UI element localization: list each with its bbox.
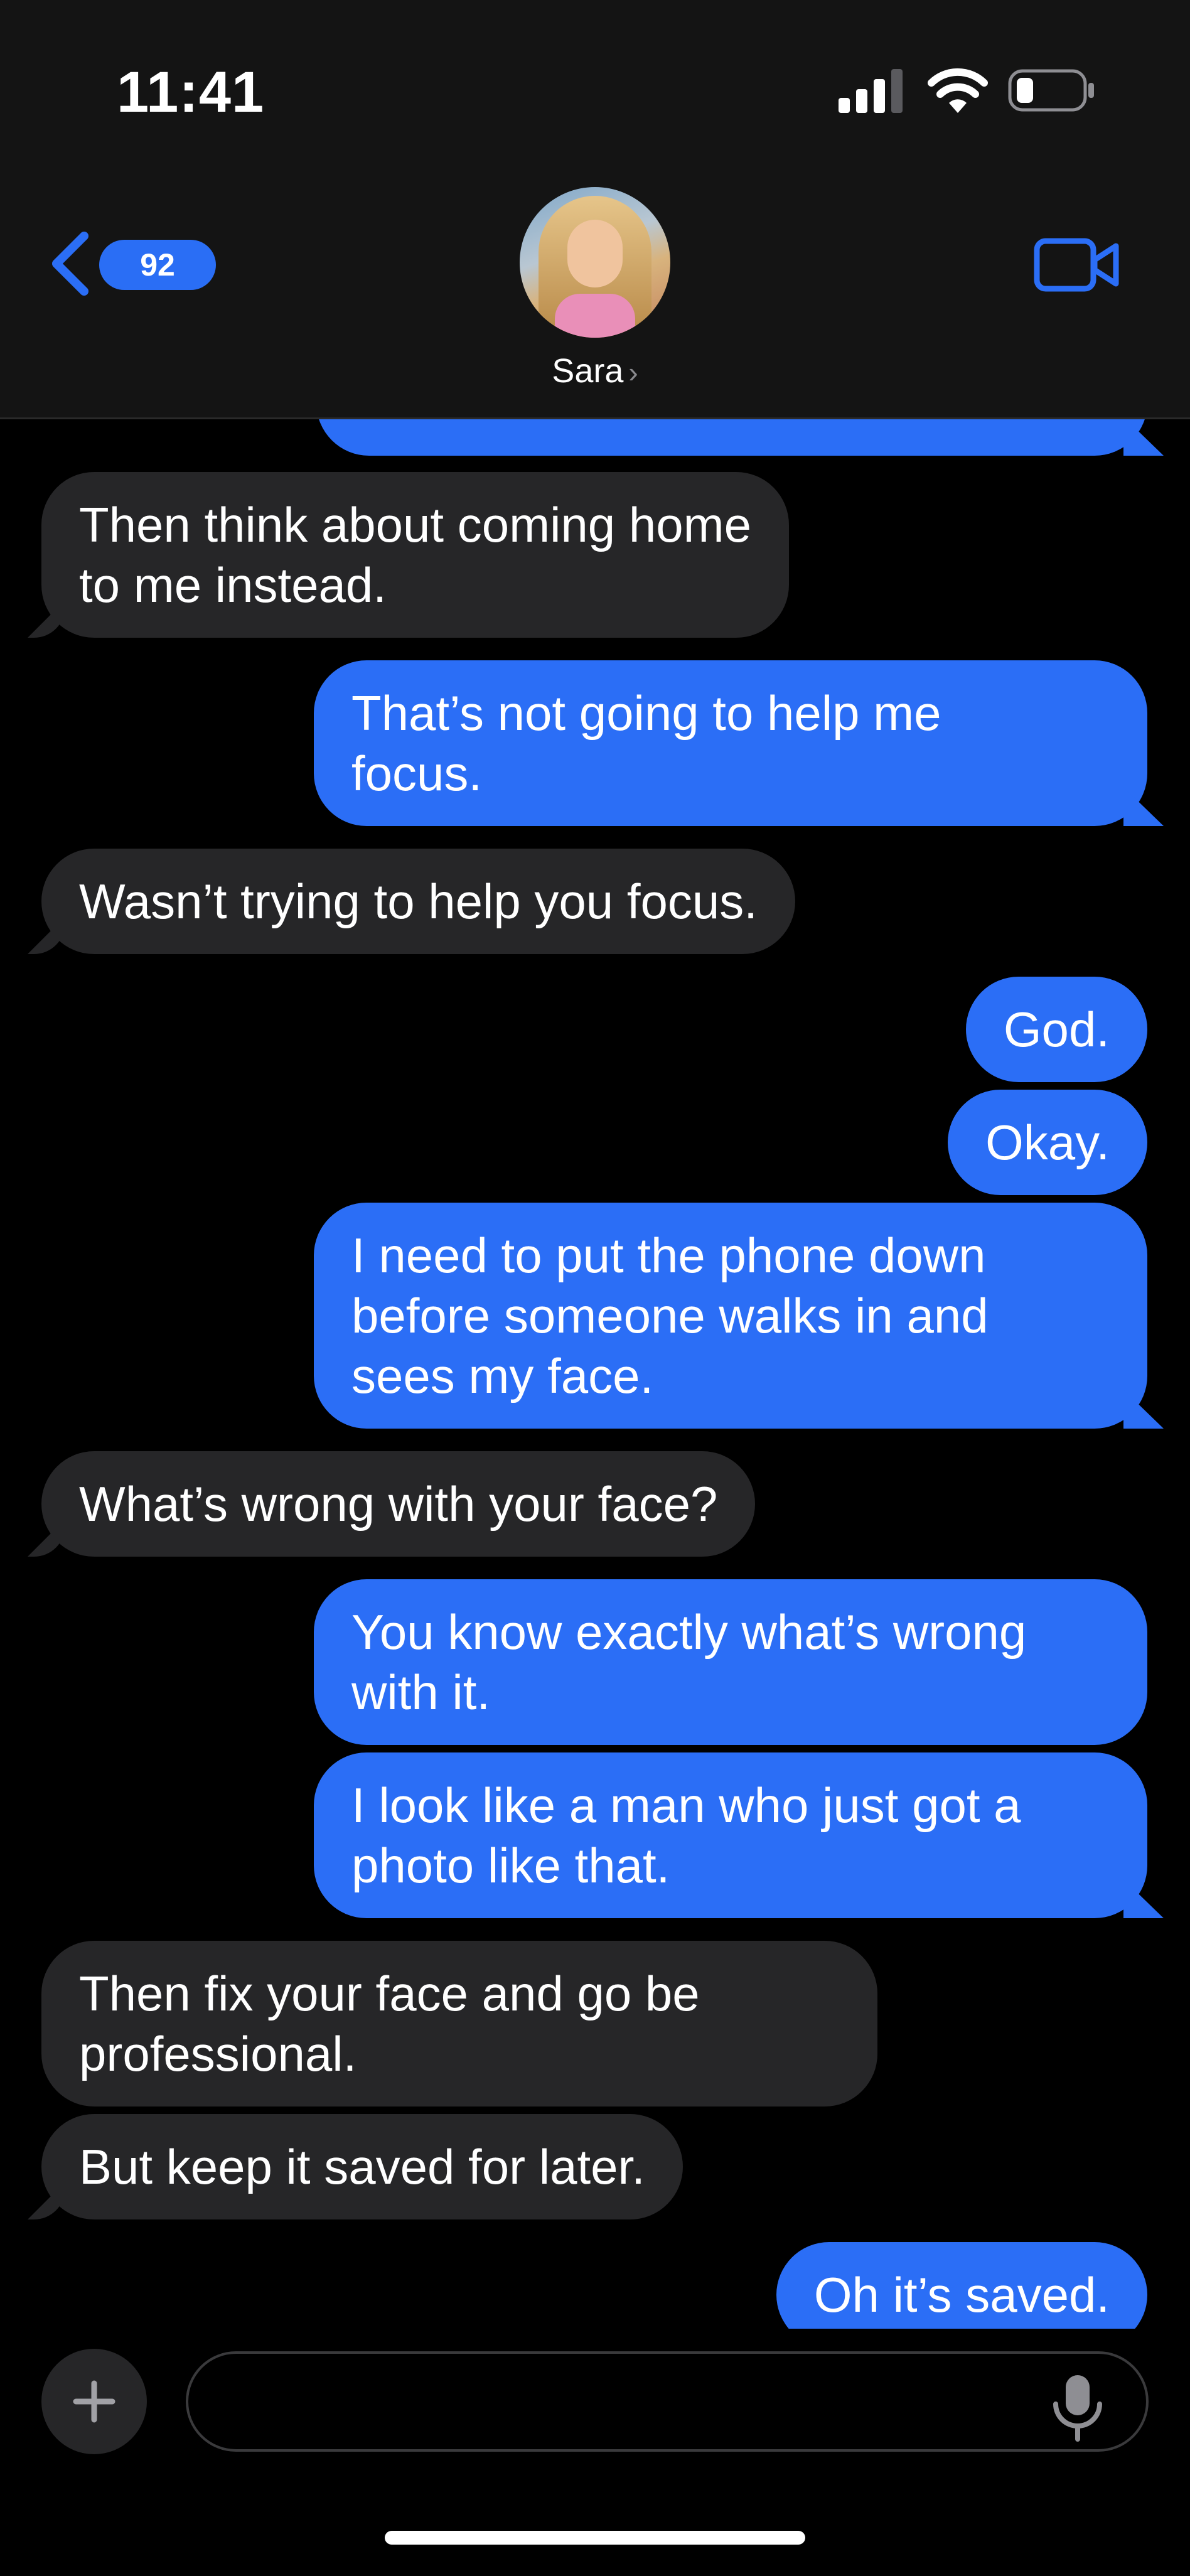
message-text: sees my face.: [351, 1348, 654, 1403]
message-text: professional.: [79, 2026, 357, 2081]
wifi-icon: [928, 68, 988, 113]
cellular-signal-icon: [839, 69, 903, 113]
message-text: God.: [1003, 1002, 1110, 1057]
message-text: You know exactly what’s wrong: [351, 1604, 1027, 1660]
message-text: Then think about coming home: [79, 497, 751, 552]
status-time: 11:41: [117, 60, 265, 124]
contact-name: Sara: [552, 352, 624, 390]
message-bubble-incoming[interactable]: What’s wrong with your face?: [41, 1451, 756, 1557]
messages-screen: 11:41 92 Sara › Then think about coming …: [0, 0, 1190, 2576]
avatar-top: [555, 294, 635, 338]
composer-bar: [0, 2329, 1190, 2576]
back-chevron-icon: [52, 232, 88, 296]
video-camera-icon[interactable]: [1033, 233, 1121, 296]
message-text: photo like that.: [351, 1838, 670, 1893]
message-text: Oh it’s saved.: [813, 2267, 1110, 2322]
message-bubble-incoming[interactable]: But keep it saved for later.: [41, 2114, 683, 2219]
message-text: before someone walks in and: [351, 1288, 989, 1343]
message-bubble-outgoing[interactable]: God.: [965, 977, 1147, 1082]
contact-name-button[interactable]: Sara ›: [0, 352, 1190, 390]
message-text: focus.: [351, 746, 483, 801]
partial-message-bubble[interactable]: [316, 419, 1147, 456]
message-text: Okay.: [985, 1115, 1110, 1170]
add-attachment-button[interactable]: [41, 2349, 147, 2454]
avatar[interactable]: [520, 187, 670, 338]
message-bubble-outgoing[interactable]: That’s not going to help me focus.: [314, 660, 1147, 826]
message-bubble-outgoing[interactable]: I need to put the phone down before some…: [314, 1203, 1147, 1429]
message-text: I look like a man who just got a: [351, 1778, 1021, 1833]
message-bubble-incoming[interactable]: Then fix your face and go be professiona…: [41, 1941, 877, 2106]
message-bubble-incoming[interactable]: Then think about coming home to me inste…: [41, 472, 789, 638]
top-bar: 11:41 92 Sara ›: [0, 0, 1190, 419]
message-text: What’s wrong with your face?: [79, 1476, 718, 1532]
message-bubble-outgoing[interactable]: You know exactly what’s wrong with it.: [314, 1579, 1147, 1745]
message-text: Wasn’t trying to help you focus.: [79, 874, 758, 929]
chevron-right-icon: ›: [628, 356, 638, 389]
conversation: Then think about coming home to me inste…: [0, 419, 1190, 2329]
back-button[interactable]: 92: [49, 226, 216, 301]
unread-count-badge: 92: [99, 240, 216, 290]
microphone-icon[interactable]: [1049, 2373, 1106, 2442]
message-bubble-outgoing[interactable]: Oh it’s saved.: [776, 2242, 1147, 2329]
home-indicator[interactable]: [385, 2531, 805, 2545]
message-text: That’s not going to help me: [351, 685, 941, 741]
message-input[interactable]: [186, 2351, 1149, 2452]
avatar-face: [567, 220, 623, 287]
message-bubble-incoming[interactable]: Wasn’t trying to help you focus.: [41, 849, 795, 954]
battery-icon: [1008, 69, 1094, 112]
message-text: I need to put the phone down: [351, 1228, 986, 1283]
message-text: But keep it saved for later.: [79, 2139, 645, 2194]
message-text: to me instead.: [79, 557, 387, 613]
message-text: with it.: [351, 1665, 491, 1720]
message-bubble-outgoing[interactable]: Okay.: [948, 1090, 1147, 1195]
plus-icon: [73, 2380, 115, 2423]
message-bubble-outgoing[interactable]: I look like a man who just got a photo l…: [314, 1752, 1147, 1918]
message-text: Then fix your face and go be: [79, 1966, 700, 2021]
